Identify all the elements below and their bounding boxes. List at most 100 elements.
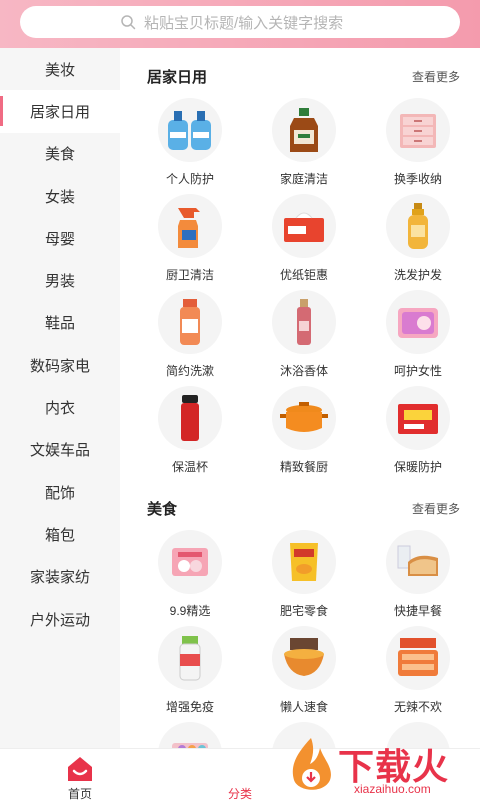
cooking-pot-icon — [272, 386, 336, 450]
body-mist-icon — [272, 290, 336, 354]
bread-milk-icon — [386, 530, 450, 594]
snack-pack-icon — [158, 530, 222, 594]
noodle-bowl-icon — [272, 626, 336, 690]
subcategory-item[interactable]: 换季收纳 — [356, 98, 476, 194]
subcategory-label: 精致餐厨 — [279, 460, 328, 474]
sidebar-item[interactable]: 母婴 — [0, 217, 120, 259]
subcategory-item[interactable]: 家庭清洁 — [242, 98, 362, 194]
heat-pack-icon — [386, 386, 450, 450]
thermos-cup-icon — [158, 386, 222, 450]
sidebar-item[interactable]: 美妆 — [0, 48, 120, 90]
sidebar-item-label: 男装 — [44, 273, 75, 291]
sidebar-item[interactable]: 美食 — [0, 133, 120, 175]
subcategory-label: 肥宅零食 — [279, 604, 328, 618]
subcategory-label: 洗发护发 — [393, 268, 442, 282]
category-content: 居家日用 查看更多 个人防护 家庭清洁 换季收纳 厨卫清洁 优纸钜惠 洗发护发 … — [120, 48, 480, 748]
sidebar-item-label: 居家日用 — [29, 103, 90, 121]
watermark-domain: xiazaihuo.com — [354, 782, 431, 796]
subcategory-label: 9.9精选 — [169, 604, 211, 618]
header: 粘贴宝贝标题/输入关键字搜索 — [0, 0, 480, 48]
subcategory-label: 无辣不欢 — [393, 700, 442, 714]
subcategory-label: 懒人速食 — [279, 700, 328, 714]
subcategory-item[interactable]: 沐浴香体 — [242, 290, 362, 386]
sidebar-item[interactable]: 内衣 — [0, 386, 120, 428]
sidebar-item-label: 配饰 — [44, 484, 75, 502]
subcategory-label: 优纸钜惠 — [279, 268, 328, 282]
tab-home-label: 首页 — [67, 787, 92, 800]
flame-icon — [292, 738, 331, 790]
spicy-snack-icon — [386, 626, 450, 690]
search-input[interactable]: 粘贴宝贝标题/输入关键字搜索 — [20, 6, 460, 38]
subcategory-item[interactable]: 快捷早餐 — [356, 530, 476, 626]
subcategory-label: 个人防护 — [165, 172, 214, 186]
section-title: 居家日用 — [147, 69, 208, 86]
sidebar-item[interactable]: 文娱车品 — [0, 429, 120, 471]
subcategory-item[interactable]: 简约洗漱 — [128, 290, 248, 386]
search-placeholder: 粘贴宝贝标题/输入关键字搜索 — [144, 14, 344, 32]
subcategory-label: 快捷早餐 — [393, 604, 442, 618]
subcategory-item[interactable]: 懒人速食 — [242, 626, 362, 722]
subcategory-item[interactable]: 优纸钜惠 — [242, 194, 362, 290]
subcategory-label: 呵护女性 — [393, 364, 442, 378]
mouthwash-icon — [158, 290, 222, 354]
sidebar-item[interactable]: 户外运动 — [0, 598, 120, 640]
storage-drawer-icon — [386, 98, 450, 162]
subcategory-label: 家庭清洁 — [279, 172, 328, 186]
subcategory-item[interactable]: 厨卫清洁 — [128, 194, 248, 290]
section-header: 美食 查看更多 — [120, 488, 480, 524]
search-icon — [121, 15, 136, 30]
hand-sanitizer-icon — [158, 98, 222, 162]
view-more-link[interactable]: 查看更多 — [412, 68, 460, 85]
subcategory-item[interactable] — [128, 722, 248, 748]
section-header: 居家日用 查看更多 — [120, 56, 480, 92]
subcategory-item[interactable]: 精致餐厨 — [242, 386, 362, 482]
subcategory-label: 保温杯 — [171, 460, 208, 474]
disinfectant-bottle-icon — [272, 98, 336, 162]
sidebar-item[interactable]: 鞋品 — [0, 302, 120, 344]
chips-bag-icon — [272, 530, 336, 594]
shampoo-bottle-icon — [386, 194, 450, 258]
category-sidebar: 美妆 居家日用 美食 女装 母婴 男装 鞋品 数码家电 内衣 文娱车品 配饰 箱… — [0, 48, 120, 748]
watermark-logo: 下载火 xiazaihuo.com — [282, 732, 480, 800]
section-title: 美食 — [147, 501, 178, 518]
sidebar-item[interactable]: 男装 — [0, 259, 120, 301]
sidebar-item-label: 数码家电 — [29, 357, 90, 375]
subcategory-item[interactable]: 个人防护 — [128, 98, 248, 194]
supplement-bottle-icon — [158, 626, 222, 690]
sidebar-item[interactable]: 箱包 — [0, 513, 120, 555]
sidebar-item[interactable]: 数码家电 — [0, 344, 120, 386]
subcategory-item[interactable]: 保温杯 — [128, 386, 248, 482]
sanitary-pad-icon — [386, 290, 450, 354]
sidebar-item-label: 美食 — [44, 146, 75, 164]
spray-bottle-icon — [158, 194, 222, 258]
sidebar-item[interactable]: 配饰 — [0, 471, 120, 513]
sidebar-item-label: 母婴 — [44, 230, 75, 248]
sidebar-item-label: 文娱车品 — [29, 442, 90, 460]
subcategory-item[interactable]: 9.9精选 — [128, 530, 248, 626]
subcategory-label: 简约洗漱 — [165, 364, 214, 378]
tab-home[interactable]: 首页 — [50, 755, 110, 800]
subcategory-item[interactable]: 保暖防护 — [356, 386, 476, 482]
tissue-box-icon — [272, 194, 336, 258]
home-icon — [68, 757, 92, 781]
subcategory-label: 沐浴香体 — [279, 364, 328, 378]
subcategory-item[interactable]: 增强免疫 — [128, 626, 248, 722]
subcategory-item[interactable]: 洗发护发 — [356, 194, 476, 290]
subcategory-label: 换季收纳 — [393, 172, 442, 186]
sidebar-item[interactable]: 家装家纺 — [0, 556, 120, 598]
subcategory-label: 保暖防护 — [393, 460, 442, 474]
sidebar-item-label: 女装 — [44, 188, 75, 206]
sidebar-item-label: 箱包 — [44, 526, 75, 544]
sidebar-item[interactable]: 女装 — [0, 175, 120, 217]
sidebar-item-label: 内衣 — [44, 400, 75, 418]
subcategory-item[interactable]: 肥宅零食 — [242, 530, 362, 626]
sidebar-item-label: 美妆 — [44, 61, 75, 79]
sidebar-item-label: 鞋品 — [44, 315, 75, 333]
sidebar-item-label: 户外运动 — [29, 611, 90, 629]
sidebar-item-active[interactable]: 居家日用 — [0, 90, 120, 133]
subcategory-item[interactable]: 呵护女性 — [356, 290, 476, 386]
view-more-link[interactable]: 查看更多 — [412, 500, 460, 517]
subcategory-item[interactable]: 无辣不欢 — [356, 626, 476, 722]
tab-category[interactable]: 分类 — [210, 755, 270, 800]
subcategory-label: 厨卫清洁 — [165, 268, 214, 282]
